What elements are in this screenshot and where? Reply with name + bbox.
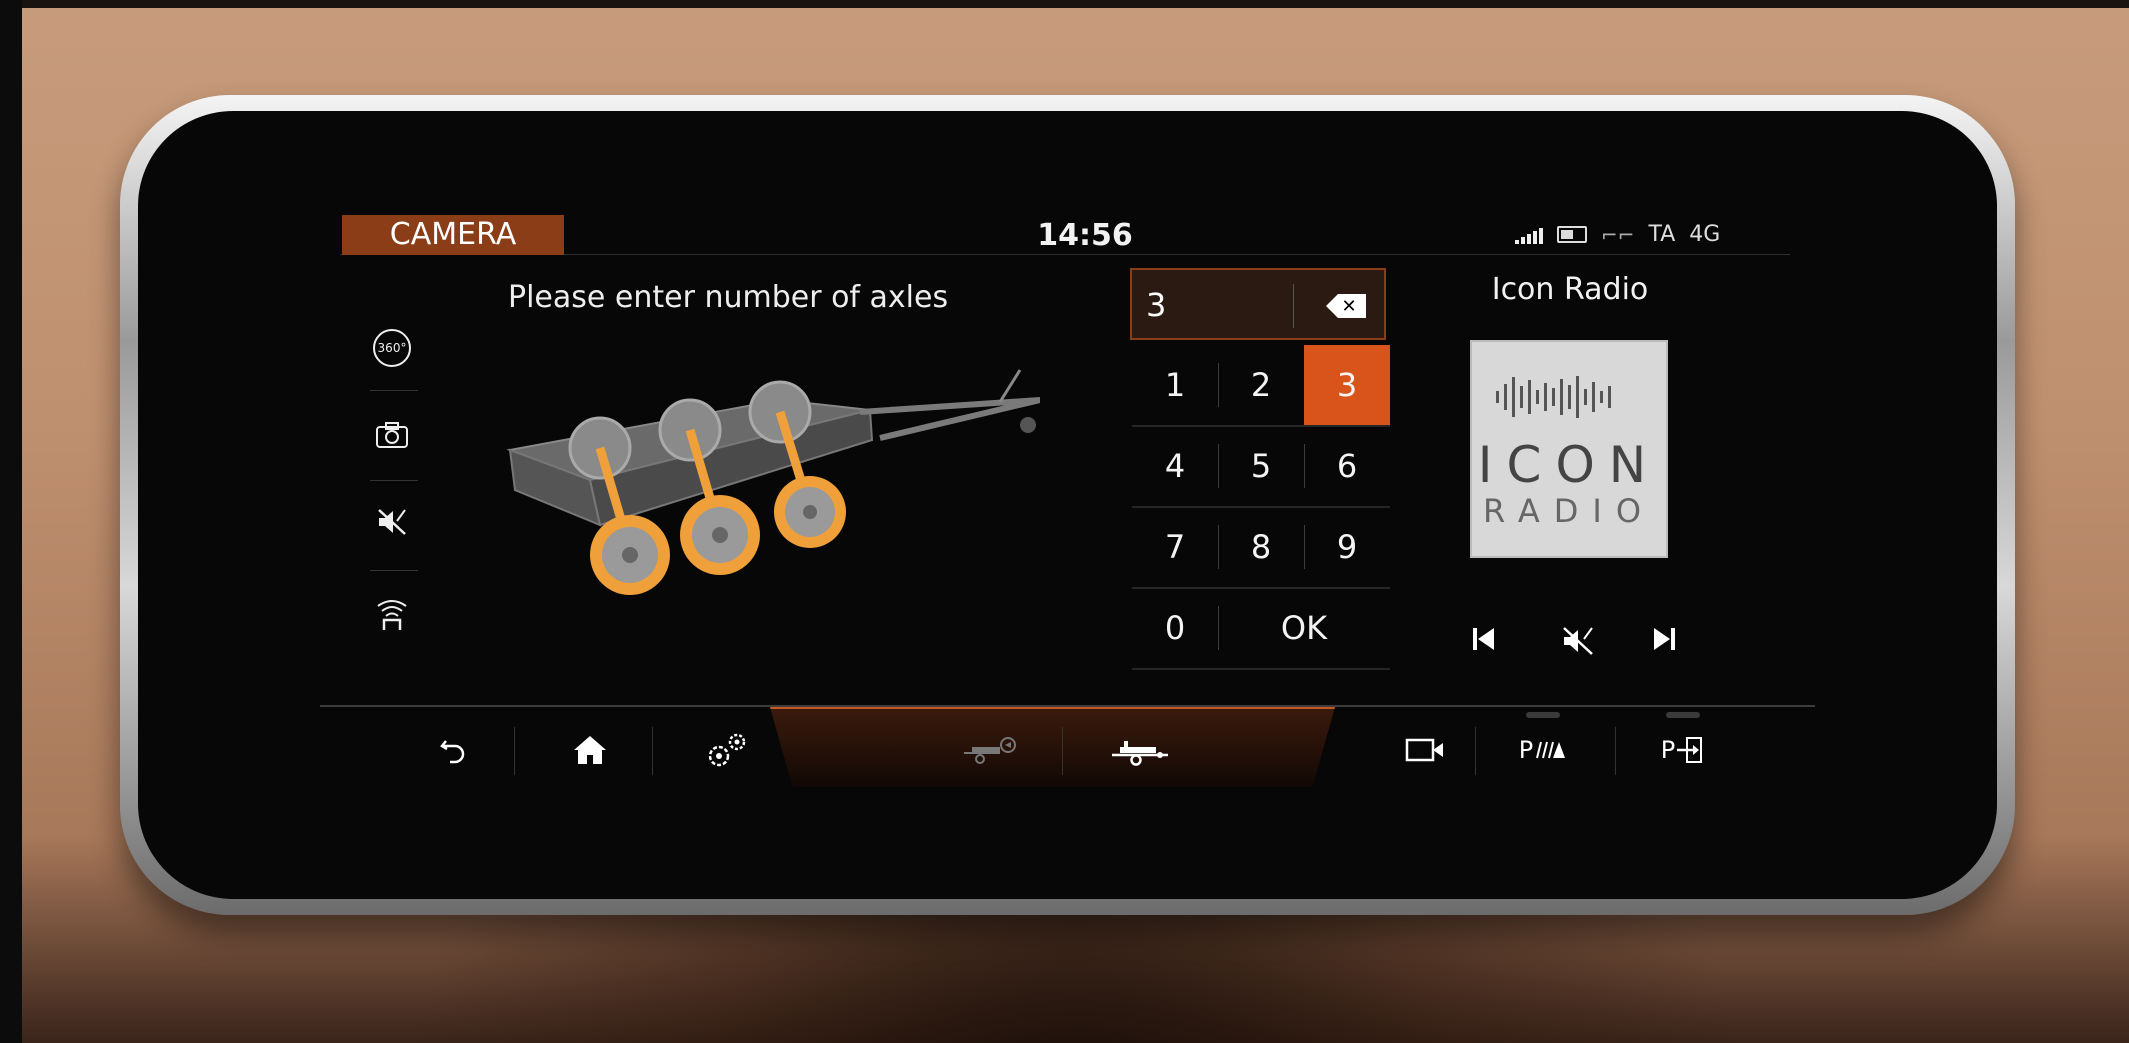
parking-sensor-icon	[377, 600, 407, 630]
keypad-row-divider	[1132, 668, 1390, 670]
camera-icon	[376, 422, 408, 448]
sidebar-divider	[370, 480, 418, 481]
backspace-icon[interactable]: ✕	[1326, 294, 1366, 318]
nav-divider	[1475, 727, 1476, 775]
key-0[interactable]: 0	[1132, 588, 1218, 668]
park-assist-button[interactable]: P	[1638, 725, 1728, 775]
settings-button[interactable]	[682, 725, 772, 775]
skip-next-icon	[1654, 628, 1675, 650]
sidebar-divider	[370, 570, 418, 571]
park-distance-icon	[1536, 741, 1566, 759]
keypad-col-divider	[1218, 363, 1219, 407]
park-distance-label: P	[1518, 736, 1534, 764]
trailer-illustration	[480, 350, 1041, 610]
radio-mute-button[interactable]	[1560, 625, 1596, 664]
nav-divider	[652, 727, 653, 775]
axle-entry-value: 3	[1146, 286, 1167, 324]
trailer-icon	[1112, 741, 1168, 766]
entry-divider	[1293, 284, 1294, 328]
axle-entry-field[interactable]: 3 ✕	[1130, 268, 1386, 340]
key-2[interactable]: 2	[1218, 345, 1304, 425]
key-5[interactable]: 5	[1218, 426, 1304, 506]
home-button[interactable]	[545, 725, 635, 775]
park-exit-icon	[1677, 737, 1703, 763]
status-icons: ⌐⌐ TA 4G	[1515, 222, 1720, 247]
trailer-hitch-icon	[964, 737, 1016, 764]
park-assist-indicator	[1666, 712, 1700, 718]
key-7[interactable]: 7	[1132, 507, 1218, 587]
skip-previous-icon	[1473, 628, 1494, 650]
network-indicator: 4G	[1689, 222, 1721, 247]
video-camera-icon	[1405, 738, 1443, 762]
logo-soundwave	[1496, 372, 1611, 422]
keypad-col-divider	[1304, 525, 1305, 569]
home-icon	[574, 736, 606, 764]
signal-icon	[1515, 226, 1543, 244]
keypad-row-divider	[1132, 425, 1390, 427]
ta-indicator: TA	[1648, 222, 1676, 247]
trailer-nav-highlight	[770, 707, 1335, 787]
park-distance-button[interactable]: P	[1498, 725, 1588, 775]
axle-prompt: Please enter number of axles	[508, 280, 949, 315]
bottom-bar-divider	[320, 705, 1815, 707]
nav-divider	[1615, 727, 1616, 775]
trailer-hitch-assist-button[interactable]	[945, 725, 1035, 775]
mute-icon	[1563, 627, 1593, 655]
nav-divider	[1062, 727, 1063, 775]
key-8[interactable]: 8	[1218, 507, 1304, 587]
keypad-col-divider	[1218, 606, 1219, 650]
mute-icon	[378, 509, 406, 535]
trailer-setup-button[interactable]	[1095, 725, 1185, 775]
key-1[interactable]: 1	[1132, 345, 1218, 425]
logo-text-icon: ICON	[1477, 436, 1661, 494]
infotainment-screen: CAMERA 14:56 ⌐⌐ TA 4G 360° Please enter …	[320, 200, 1815, 800]
snapshot-button[interactable]	[360, 405, 424, 465]
seat-icon: ⌐⌐	[1601, 222, 1635, 247]
gears-icon	[708, 733, 746, 767]
sidebar-divider	[370, 390, 418, 391]
camera-360-icon: 360°	[373, 329, 411, 367]
back-button[interactable]	[408, 725, 498, 775]
keypad-row-divider	[1132, 587, 1390, 589]
key-6[interactable]: 6	[1304, 426, 1390, 506]
nav-divider	[514, 727, 515, 775]
clock: 14:56	[1037, 218, 1133, 253]
camera-view-button[interactable]	[1380, 725, 1470, 775]
battery-icon	[1557, 226, 1587, 243]
mute-camera-audio-button[interactable]	[360, 492, 424, 552]
keypad-col-divider	[1218, 525, 1219, 569]
left-background	[0, 0, 22, 1043]
keypad-col-divider	[1218, 444, 1219, 488]
logo-text-radio: RADIO	[1482, 492, 1656, 530]
previous-track-button[interactable]	[1470, 625, 1498, 660]
keypad-row-divider	[1132, 506, 1390, 508]
camera-360-button[interactable]: 360°	[360, 318, 424, 378]
key-9[interactable]: 9	[1304, 507, 1390, 587]
keypad-col-divider	[1304, 444, 1305, 488]
radio-station-logo: ICON RADIO	[1470, 340, 1668, 558]
park-sensor-indicator	[1526, 712, 1560, 718]
key-4[interactable]: 4	[1132, 426, 1218, 506]
ok-button[interactable]: OK	[1218, 588, 1390, 668]
park-assist-label: P	[1660, 736, 1676, 764]
back-arrow-icon	[440, 740, 465, 764]
camera-tab[interactable]: CAMERA	[342, 215, 564, 255]
key-3[interactable]: 3	[1304, 345, 1390, 425]
next-track-button[interactable]	[1650, 625, 1678, 660]
radio-station-name: Icon Radio	[1491, 272, 1649, 307]
parking-sensor-button[interactable]	[360, 585, 424, 645]
